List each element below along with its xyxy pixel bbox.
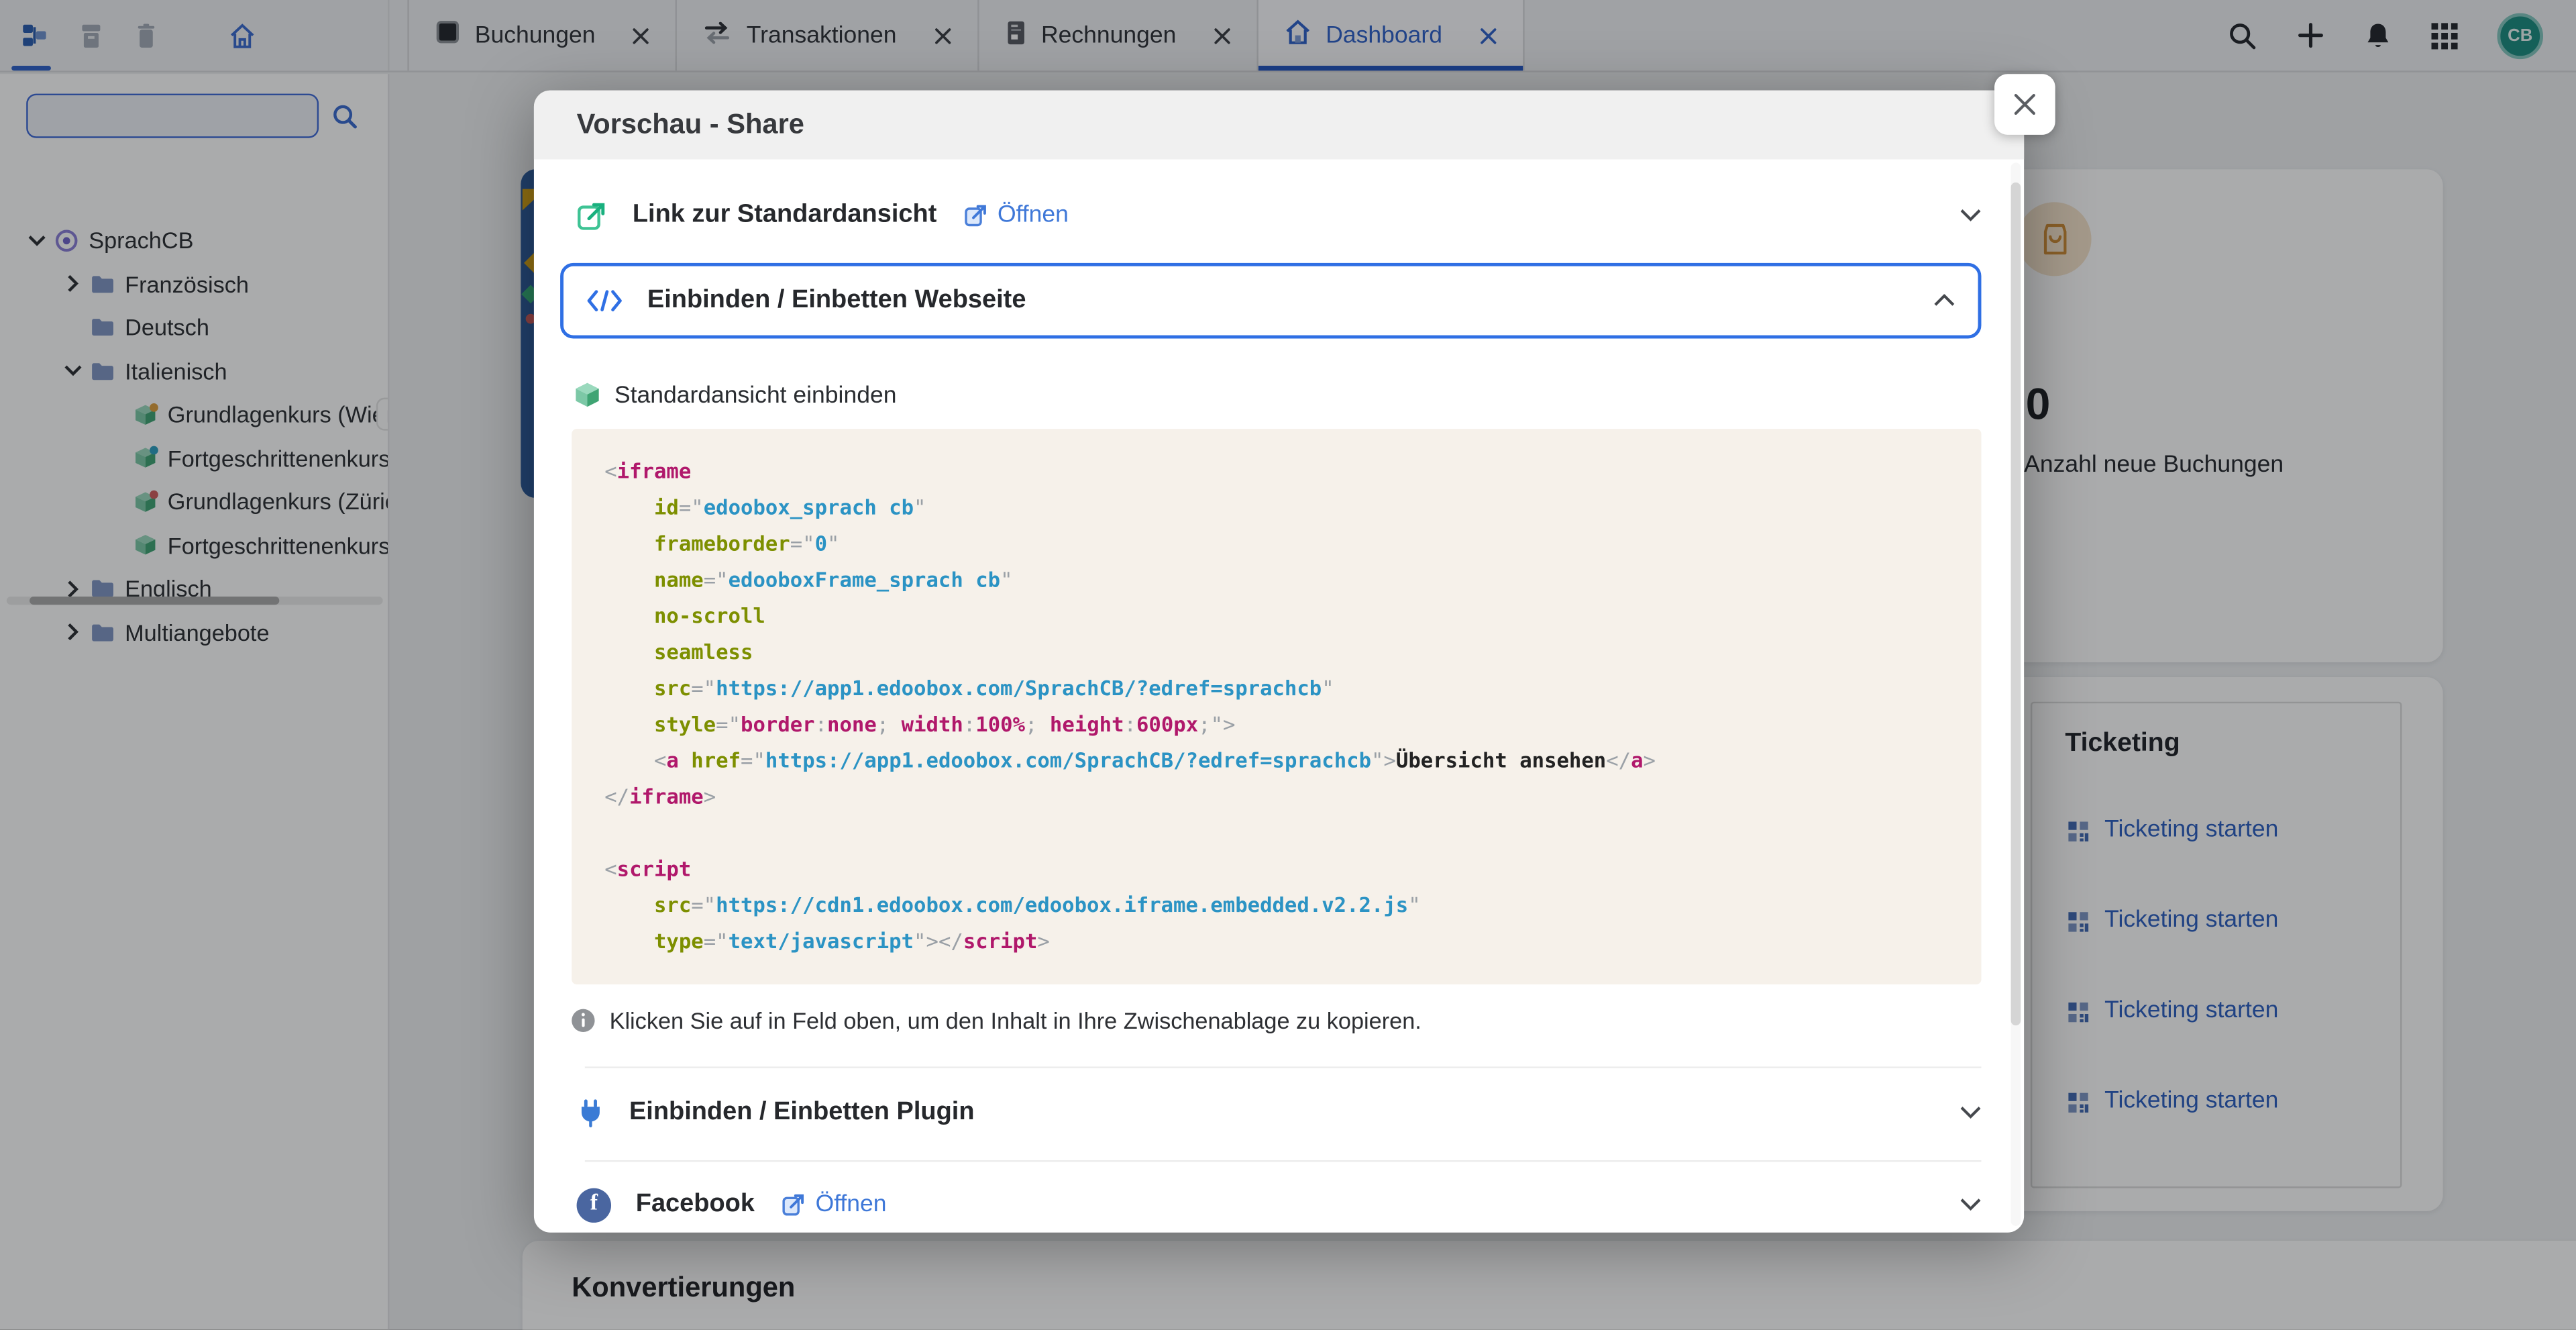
code-icon [586, 289, 623, 312]
chevron-up-icon [1933, 294, 1955, 307]
close-icon [2012, 92, 2037, 117]
embed-web-label: Einbinden / Einbetten Webseite [647, 286, 1026, 315]
accordion-facebook-row[interactable]: f Facebook Öffnen [577, 1170, 2004, 1239]
app-window: BuchungenTransaktionenRechnungenDashboar… [0, 0, 2576, 1329]
copy-hint-text: Klicken Sie auf in Feld oben, um den Inh… [610, 1007, 1421, 1033]
chevron-down-icon [1960, 1106, 1982, 1119]
facebook-icon: f [577, 1187, 611, 1221]
embed-section-label: Standardansicht einbinden [614, 382, 897, 408]
open-standard-view-link[interactable]: Öffnen [965, 202, 1069, 228]
accordion-link-row[interactable]: Link zur Standardansicht Öffnen [577, 181, 2004, 250]
external-link-green-icon [577, 200, 608, 232]
embed-code-block[interactable]: <iframe id="edoobox_sprach cb" framebord… [572, 429, 1981, 984]
close-button[interactable] [1994, 74, 2055, 135]
screen: BuchungenTransaktionenRechnungenDashboar… [0, 0, 2576, 1330]
accordion-embed-plugin-row[interactable]: Einbinden / Einbetten Plugin [577, 1078, 2004, 1147]
chevron-down-icon [1960, 1198, 1982, 1211]
info-icon [570, 1007, 596, 1033]
open-facebook-link[interactable]: Öffnen [783, 1192, 887, 1218]
facebook-label: Facebook [636, 1190, 755, 1219]
modal-header: Vorschau - Share [534, 91, 2024, 160]
external-link-icon [783, 1193, 806, 1216]
embed-section-header: Standardansicht einbinden [574, 381, 2004, 409]
plugin-icon [577, 1097, 605, 1129]
copy-hint-row: Klicken Sie auf in Feld oben, um den Inh… [570, 1007, 2004, 1033]
external-link-icon [965, 204, 987, 227]
embed-plugin-label: Einbinden / Einbetten Plugin [629, 1098, 975, 1127]
share-modal: Vorschau - Share Link zur Standardansich… [534, 91, 2024, 1233]
scrollbar-thumb[interactable] [2011, 183, 2021, 1025]
modal-scrollbar[interactable] [2011, 162, 2021, 1225]
modal-body: Link zur Standardansicht Öffnen Einbinde… [534, 160, 2004, 1233]
link-row-label: Link zur Standardansicht [633, 201, 936, 230]
accordion-embed-web-row[interactable]: Einbinden / Einbetten Webseite [560, 263, 1981, 339]
modal-title: Vorschau - Share [577, 109, 804, 142]
divider [585, 1066, 1982, 1068]
chevron-down-icon [1960, 209, 1982, 222]
divider [585, 1160, 1982, 1162]
cube-icon [574, 381, 602, 409]
